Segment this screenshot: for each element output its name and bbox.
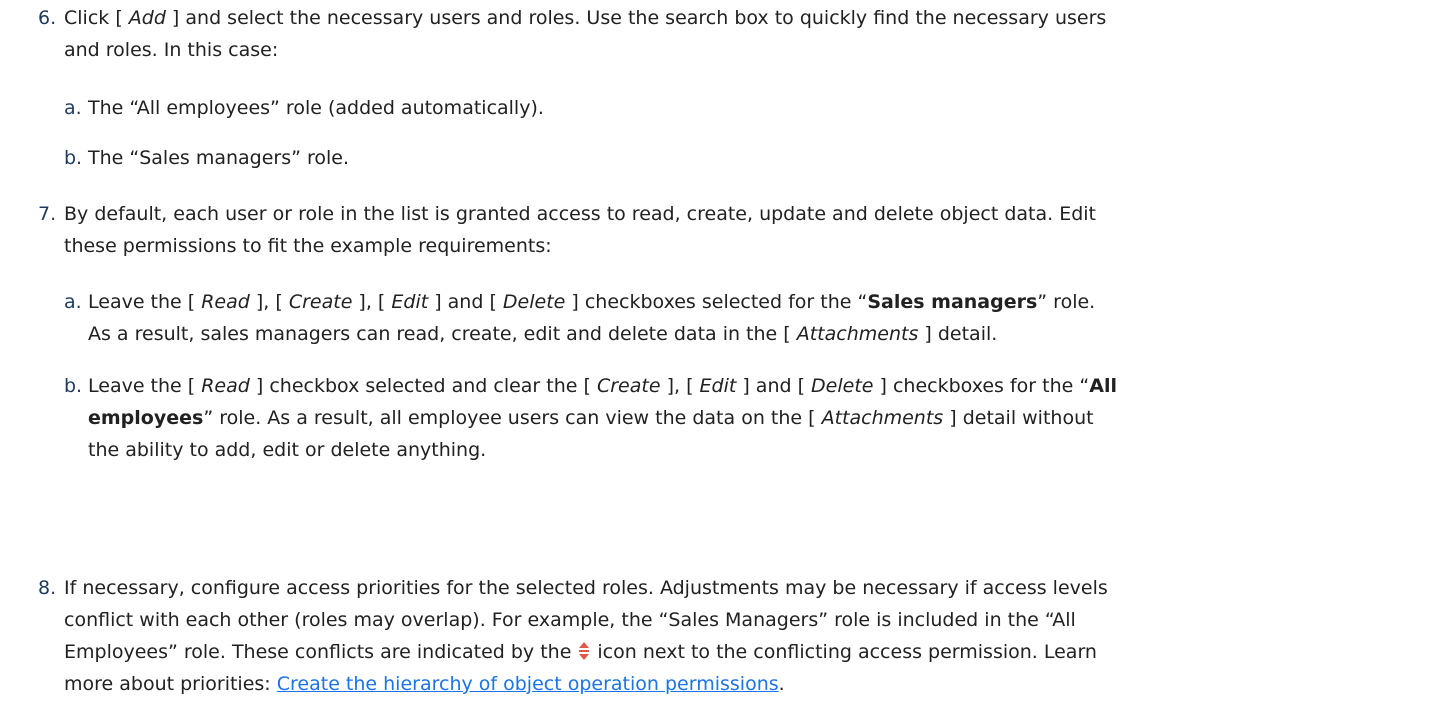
priorities-help-link[interactable]: Create the hierarchy of object operation… (277, 673, 779, 695)
role-name-cont: employees (88, 407, 204, 429)
ui-ref-attachments: Attachments (821, 407, 944, 429)
ui-ref-add: Add (128, 7, 166, 29)
step-number: 6. (38, 7, 57, 29)
step-number: 7. (38, 203, 57, 225)
ui-ref-edit: Edit (391, 291, 429, 313)
step-text: If necessary, configure access prioritie… (64, 577, 1108, 695)
ui-ref-create: Create (288, 291, 353, 313)
step-number: 8. (38, 577, 57, 599)
ui-ref-read: Read (201, 375, 250, 397)
role-name: Sales managers (867, 291, 1038, 313)
ui-ref-delete: Delete (811, 375, 874, 397)
ui-ref-create: Create (596, 375, 661, 397)
ui-ref-delete: Delete (502, 291, 566, 313)
document: 6. Click [ Add ] and select the necessar… (0, 0, 1440, 702)
ui-ref-edit: Edit (699, 375, 737, 397)
step-text: By default, each user or role in the lis… (64, 203, 1096, 257)
ui-ref-read: Read (201, 291, 250, 313)
step-text: Click [ Add ] and select the necessary u… (64, 7, 1107, 61)
ui-ref-attachments: Attachments (796, 323, 919, 345)
role-name: All (1089, 375, 1117, 397)
conflict-sort-arrows-icon (577, 639, 591, 660)
